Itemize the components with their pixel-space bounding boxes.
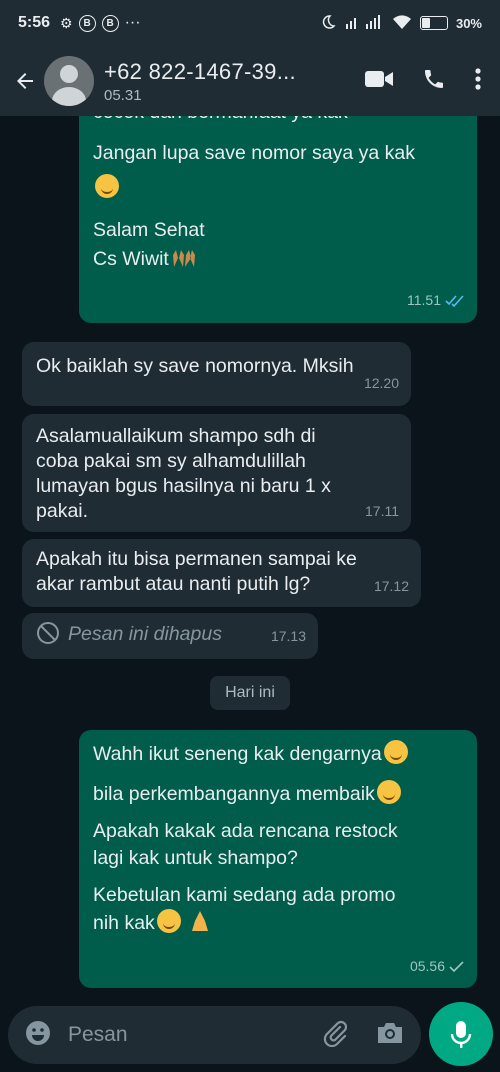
b-notification-icon: B: [101, 14, 119, 32]
phone-icon[interactable]: [422, 67, 446, 96]
message-time: 17.12: [373, 578, 409, 594]
deleted-message-text: Pesan ini dihapus: [68, 623, 222, 645]
message-time: 12.20: [363, 375, 399, 391]
single-check-sent-icon: [449, 960, 464, 972]
hugging-emoji-icon: [383, 740, 408, 764]
composer: [0, 998, 500, 1072]
message-bubble-outgoing[interactable]: Wahh ikut seneng kak dengarnya bila perk…: [79, 730, 477, 988]
message-meta: 12.20: [364, 369, 399, 398]
message-time: 05.56: [409, 958, 445, 974]
message-line: Kebetulan kami sedang ada promo: [93, 884, 396, 906]
message-line: Apakah kakak ada rencana restock: [93, 820, 398, 842]
folded-hands-icon: [192, 911, 209, 931]
message-line: Apakah itu bisa permanen sampai ke: [36, 548, 357, 570]
settings-icon: ⚙: [60, 14, 73, 31]
message-time: 11.51: [407, 292, 441, 308]
mic-button[interactable]: [429, 1002, 493, 1066]
video-call-icon[interactable]: [364, 68, 394, 95]
more-notifications-icon: ···: [124, 14, 141, 31]
smiling-emoji-icon: [376, 780, 401, 804]
message-line: cocok dan bermanfaat ya kak: [93, 116, 463, 127]
chat-area[interactable]: cocok dan bermanfaat ya kak Jangan lupa …: [0, 116, 500, 998]
message-meta: 17.13: [271, 622, 306, 651]
wifi-icon: [392, 14, 412, 33]
message-input-pill: [8, 1006, 421, 1064]
message-bubble-outgoing[interactable]: cocok dan bermanfaat ya kak Jangan lupa …: [79, 116, 477, 323]
header-actions: [364, 67, 490, 96]
message-line: nih kak: [93, 912, 155, 934]
contact-name: +62 822-1467-39...: [104, 58, 296, 84]
message-bubble-incoming[interactable]: Ok baiklah sy save nomornya. Mksih 12.20: [22, 342, 411, 406]
back-arrow-icon[interactable]: [10, 66, 40, 96]
raised-hands-icon: [172, 250, 195, 267]
message-line: bila perkembangannya membaik: [93, 783, 375, 805]
blushing-emoji-icon: [156, 909, 181, 933]
attach-icon[interactable]: [321, 1019, 349, 1052]
message-line: akar rambut atau nanti putih lg?: [36, 573, 311, 595]
message-meta: 05.56: [410, 953, 465, 980]
status-right: 30%: [320, 14, 482, 33]
battery-icon: [419, 16, 448, 30]
message-line: lagi kak untuk shampo?: [93, 847, 298, 869]
chat-header: +62 822-1467-39... 05.31: [0, 46, 500, 116]
message-line: Wahh ikut seneng kak dengarnya: [93, 743, 382, 765]
more-vert-icon[interactable]: [474, 67, 482, 96]
mic-icon: [450, 1021, 472, 1048]
dnd-moon-icon: [320, 14, 336, 33]
battery-percent: 30%: [455, 15, 482, 31]
message-line: Ok baiklah sy save nomornya. Mksih: [36, 355, 354, 377]
status-notification-icons: ⚙ B B ···: [60, 14, 141, 32]
battery-fill: [421, 18, 430, 28]
contact-info[interactable]: +62 822-1467-39... 05.31: [104, 59, 296, 104]
date-separator: Hari ini: [210, 676, 290, 710]
message-bubble-deleted[interactable]: Pesan ini dihapus 17.13: [22, 613, 318, 659]
message-time: 17.11: [365, 503, 399, 519]
message-meta: 17.11: [365, 499, 399, 524]
emoji-icon[interactable]: [24, 1019, 52, 1052]
camera-icon[interactable]: [375, 1020, 405, 1051]
message-meta: 11.51: [407, 286, 465, 315]
message-bubble-incoming[interactable]: Apakah itu bisa permanen sampai ke akar …: [22, 539, 421, 607]
message-line: pakai.: [36, 500, 89, 522]
signal-icon: [344, 14, 384, 33]
double-check-read-icon: [445, 294, 464, 307]
hugging-emoji-icon: [95, 174, 119, 198]
message-line: Jangan lupa save nomor saya ya kak: [93, 142, 415, 164]
message-input[interactable]: [68, 1023, 288, 1047]
message-meta: 17.12: [374, 574, 409, 599]
blocked-icon: [37, 622, 59, 644]
composer-actions: [321, 1019, 405, 1052]
message-line: coba pakai sm sy alhamdulillah: [36, 450, 306, 472]
message-line: Cs Wiwit: [93, 248, 169, 270]
b-notification-icon: B: [78, 14, 96, 32]
message-time: 17.13: [270, 628, 306, 644]
message-line: Salam Sehat: [93, 219, 205, 241]
message-bubble-incoming[interactable]: Asalamuallaikum shampo sdh di coba pakai…: [22, 414, 411, 532]
last-seen: 05.31: [104, 86, 142, 104]
avatar[interactable]: [44, 56, 94, 106]
status-time: 5:56: [18, 14, 51, 31]
message-line: Asalamuallaikum shampo sdh di: [36, 425, 316, 447]
message-line: lumayan bgus hasilnya ni baru 1 x: [36, 475, 331, 497]
status-bar: 5:56 ⚙ B B ··· 30%: [0, 0, 500, 46]
